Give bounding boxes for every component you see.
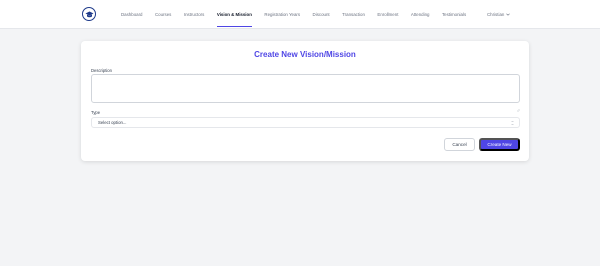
top-navigation-bar: Dashboard Courses Instructors Vision & M… [0,0,600,29]
user-menu[interactable]: Christian [487,0,511,29]
nav-item-attending[interactable]: Attending [411,0,430,29]
brand-logo[interactable] [82,7,96,21]
chevron-down-icon [506,12,511,17]
form-title: Create New Vision/Mission [254,50,356,59]
nav-item-testimonials[interactable]: Testimonials [442,0,466,29]
description-textarea[interactable] [91,74,520,103]
nav-item-instructors[interactable]: Instructors [184,0,205,29]
nav-item-courses[interactable]: Courses [155,0,171,29]
graduation-cap-icon [85,11,93,17]
nav-item-dashboard[interactable]: Dashboard [121,0,142,29]
nav-item-registration-years[interactable]: Registration Years [264,0,300,29]
create-new-button[interactable]: Create New [479,138,520,151]
create-vision-mission-card: Create New Vision/Mission Description Ty… [81,41,529,161]
nav-item-vision-mission[interactable]: Vision & Mission [216,0,252,29]
nav-item-enrollment[interactable]: Enrollment [377,0,398,29]
type-select-value: Select option... [98,120,127,125]
type-select[interactable]: Select option... [91,117,520,128]
user-name: Christian [487,12,505,17]
cancel-button[interactable]: Cancel [444,138,475,151]
type-label: Type [91,110,101,115]
resize-handle-icon[interactable] [516,99,520,112]
nav-item-transaction[interactable]: Transaction [342,0,365,29]
main-nav: Dashboard Courses Instructors Vision & M… [121,0,479,29]
description-label: Description [91,68,112,73]
nav-item-discount[interactable]: Discount [313,0,330,29]
select-arrows-icon [511,120,514,127]
